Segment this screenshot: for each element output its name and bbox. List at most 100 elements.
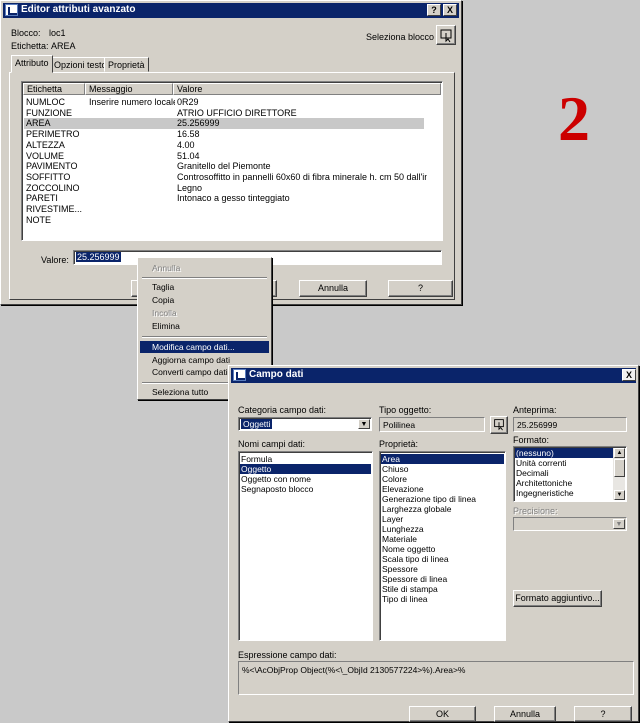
cancel-button[interactable]: Annulla — [299, 280, 367, 297]
table-row[interactable]: NUMLOC Inserire numero locale 0R29 — [24, 97, 424, 108]
list-item[interactable]: Spessore — [381, 564, 504, 574]
chevron-down-icon: ▼ — [613, 519, 625, 529]
list-item[interactable]: Scala tipo di linea — [381, 554, 504, 564]
tab-proprieta[interactable]: Proprietà — [104, 57, 149, 72]
object-type-field: Polilinea — [379, 417, 485, 432]
table-row[interactable]: NOTE — [24, 215, 424, 226]
table-row[interactable]: ZOCCOLINO Legno — [24, 183, 424, 194]
list-item[interactable]: Architettoniche — [515, 478, 613, 488]
list-item[interactable]: Colore — [381, 474, 504, 484]
list-item[interactable]: Unità correnti — [515, 458, 613, 468]
list-item[interactable]: Decimali — [515, 468, 613, 478]
cell-tag: AREA — [26, 118, 51, 129]
block-label: Blocco: — [11, 28, 41, 38]
list-item[interactable]: Materiale — [381, 534, 504, 544]
precision-label: Precisione: — [513, 506, 558, 516]
menu-item-modifica-campo[interactable]: Modifica campo dati... — [140, 341, 269, 353]
help-button[interactable]: ? — [388, 280, 453, 297]
extra-format-button[interactable]: Formato aggiuntivo... — [513, 590, 602, 607]
cell-tag: VOLUME — [26, 150, 65, 161]
tab-attributo[interactable]: Attributo — [11, 55, 53, 73]
list-item[interactable]: Segnaposto blocco — [240, 484, 371, 494]
list-item[interactable]: Ingegneristiche — [515, 488, 613, 498]
list-item[interactable]: Elevazione — [381, 484, 504, 494]
column-header-tag[interactable]: Etichetta — [23, 83, 85, 95]
list-item[interactable]: (nessuno) — [515, 448, 613, 458]
list-item[interactable]: Nome oggetto — [381, 544, 504, 554]
field-dialog-titlebar[interactable]: Campo dati — [231, 368, 636, 383]
close-title-button[interactable]: X — [443, 4, 457, 16]
chevron-down-icon[interactable]: ▼ — [358, 419, 370, 429]
table-row[interactable]: SOFFITTO Controsoffitto in pannelli 60x60… — [24, 171, 427, 183]
table-row[interactable]: VOLUME 51.04 — [24, 151, 424, 162]
attribute-editor-title: Editor attributi avanzato — [21, 4, 136, 15]
format-list[interactable]: (nessuno) Unità correnti Decimali Architett… — [513, 446, 627, 502]
menu-item-taglia[interactable]: Taglia — [140, 281, 269, 293]
ok-button[interactable]: OK — [409, 706, 476, 722]
table-row[interactable]: RIVESTIME... — [24, 204, 424, 215]
column-header-prompt[interactable]: Messaggio — [85, 83, 173, 95]
format-items: (nessuno) Unità correnti Decimali Architett… — [515, 448, 613, 498]
category-combo[interactable]: Oggetti ▼ — [238, 417, 372, 431]
tag-label: Etichetta: — [11, 41, 49, 51]
cell-value: Controsoffitto in pannelli 60x60 di fibr… — [177, 171, 427, 182]
scroll-thumb[interactable] — [614, 459, 625, 477]
cell-tag: FUNZIONE — [26, 107, 72, 118]
list-item[interactable]: Layer — [381, 514, 504, 524]
tag-value: AREA — [51, 41, 76, 51]
list-item[interactable]: Lunghezza — [381, 524, 504, 534]
annotation-number: 2 — [558, 83, 590, 154]
app-icon — [233, 369, 246, 381]
select-object-button[interactable] — [490, 416, 508, 434]
app-icon — [5, 4, 18, 16]
properties-list[interactable]: Area Chiuso Colore Elevazione Generazione ti… — [379, 451, 506, 641]
cell-tag: PERIMETRO — [26, 129, 80, 140]
menu-item-copia[interactable]: Copia — [140, 294, 269, 306]
field-help-button[interactable]: ? — [574, 706, 632, 722]
menu-separator — [142, 336, 267, 338]
table-row[interactable]: PAVIMENTO Granitello del Piemonte — [24, 161, 424, 172]
table-row[interactable]: PARETI Intonaco a gesso tinteggiato — [24, 193, 424, 204]
value-label: Valore: — [41, 255, 69, 265]
table-row[interactable]: ALTEZZA 4.00 — [24, 140, 424, 151]
cell-value: 0R29 — [177, 97, 199, 107]
properties-items: Area Chiuso Colore Elevazione Generazione ti… — [381, 454, 504, 604]
column-header-value[interactable]: Valore — [173, 83, 441, 95]
cell-value: Intonaco a gesso tinteggiato — [177, 193, 290, 204]
cell-value: 51.04 — [177, 150, 200, 161]
menu-item-annulla[interactable]: Annulla — [140, 262, 269, 274]
table-row[interactable]: PERIMETRO 16.58 — [24, 129, 424, 140]
menu-item-elimina[interactable]: Elimina — [140, 320, 269, 332]
preview-label: Anteprima: — [513, 405, 557, 415]
tab-opzioni-testo[interactable]: Opzioni testo — [50, 57, 111, 72]
list-item[interactable]: Spessore di linea — [381, 574, 504, 584]
list-item[interactable]: Formula — [240, 454, 371, 464]
list-item[interactable]: Tipo di linea — [381, 594, 504, 604]
value-input-text: 25.256999 — [76, 252, 121, 262]
cell-tag: NUMLOC — [26, 97, 66, 107]
attribute-editor-titlebar[interactable]: Editor attributi avanzato ? X — [3, 3, 459, 18]
expression-value: %<\AcObjProp Object(%<\_ObjId 2130577224… — [242, 665, 466, 675]
properties-label: Proprietà: — [379, 439, 419, 449]
field-names-list[interactable]: Formula Oggetto Oggetto con nome Segnaposto… — [238, 451, 373, 641]
menu-separator — [142, 277, 267, 279]
select-block-button[interactable] — [436, 25, 456, 45]
list-item[interactable]: Generazione tipo di linea — [381, 494, 504, 504]
field-dialog-close-button[interactable]: X — [622, 369, 636, 381]
scroll-up-icon[interactable]: ▲ — [614, 448, 625, 458]
help-title-button[interactable]: ? — [427, 4, 441, 16]
list-item[interactable]: Oggetto con nome — [240, 474, 371, 484]
field-cancel-button[interactable]: Annulla — [494, 706, 556, 722]
list-item[interactable]: Area — [381, 454, 504, 464]
attribute-list[interactable]: Etichetta Messaggio Valore NUMLOC Inserir… — [21, 81, 443, 241]
scroll-down-icon[interactable]: ▼ — [614, 490, 625, 500]
list-item[interactable]: Larghezza globale — [381, 504, 504, 514]
list-item[interactable]: Oggetto — [240, 464, 371, 474]
table-row[interactable]: AREA 25.256999 — [24, 118, 424, 130]
expression-field[interactable]: %<\AcObjProp Object(%<\_ObjId 2130577224… — [238, 661, 634, 695]
menu-item-incolla[interactable]: Incolla — [140, 307, 269, 319]
table-row[interactable]: FUNZIONE ATRIO UFFICIO DIRETTORE — [24, 108, 424, 119]
list-item[interactable]: Stile di stampa — [381, 584, 504, 594]
list-item[interactable]: Chiuso — [381, 464, 504, 474]
preview-field: 25.256999 — [513, 417, 627, 432]
